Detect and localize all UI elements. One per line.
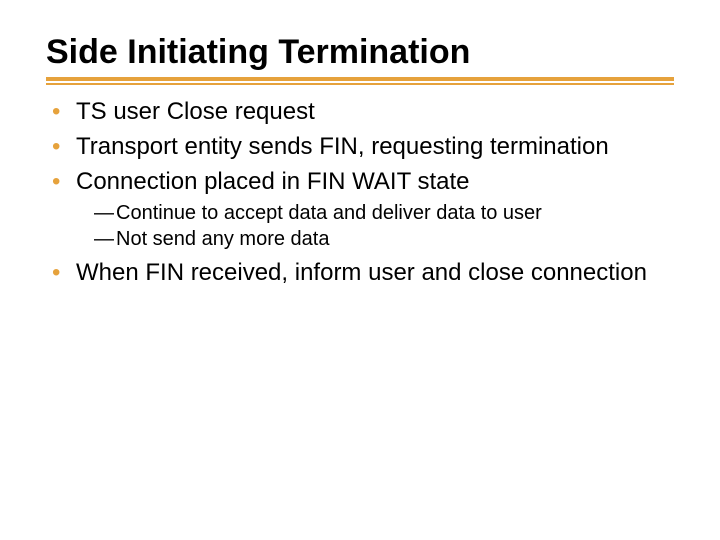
bullet-text: When FIN received, inform user and close… <box>76 259 647 286</box>
sub-bullet-text: Not send any more data <box>116 228 329 250</box>
bullet-text: Transport entity sends FIN, requesting t… <box>76 133 609 160</box>
slide: Side Initiating Termination TS user Clos… <box>0 0 720 288</box>
sub-bullet-text: Continue to accept data and deliver data… <box>116 202 542 224</box>
bullet-item: When FIN received, inform user and close… <box>50 258 674 289</box>
sub-bullet-item: Not send any more data <box>94 226 674 252</box>
bullet-text: Connection placed in FIN WAIT state <box>76 168 470 195</box>
sub-bullet-list: Continue to accept data and deliver data… <box>76 200 674 252</box>
bullet-item: Transport entity sends FIN, requesting t… <box>50 132 674 163</box>
title-rule-thin <box>46 83 674 85</box>
bullet-list: TS user Close request Transport entity s… <box>46 97 674 288</box>
sub-bullet-item: Continue to accept data and deliver data… <box>94 200 674 226</box>
slide-title: Side Initiating Termination <box>46 34 674 71</box>
bullet-text: TS user Close request <box>76 98 315 125</box>
bullet-item: TS user Close request <box>50 97 674 128</box>
title-rule-thick <box>46 77 674 81</box>
bullet-item: Connection placed in FIN WAIT state Cont… <box>50 167 674 252</box>
